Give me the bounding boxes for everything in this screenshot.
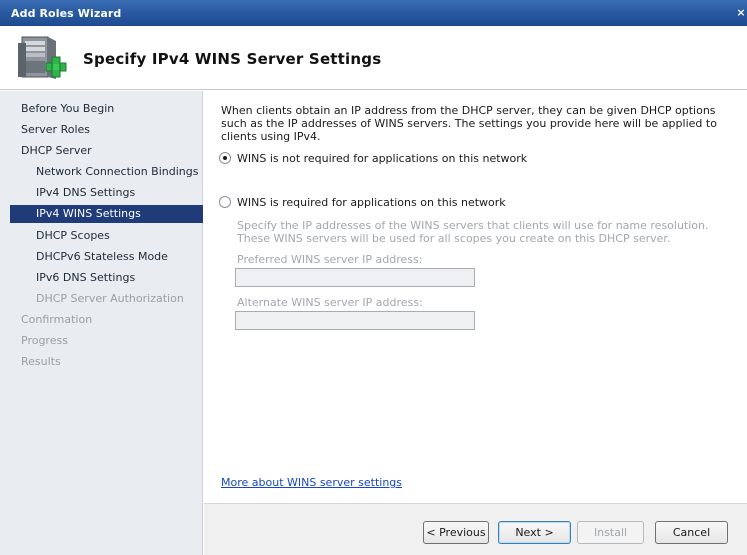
- wins-not-required-option[interactable]: WINS is not required for applications on…: [219, 150, 527, 166]
- next-button[interactable]: Next >: [498, 521, 571, 544]
- nav-item-results: Results: [21, 355, 61, 368]
- nav-item-dhcpv6-stateless-mode[interactable]: DHCPv6 Stateless Mode: [10, 248, 203, 266]
- previous-button[interactable]: < Previous: [423, 521, 489, 544]
- close-icon[interactable]: ×: [735, 7, 747, 19]
- cancel-button[interactable]: Cancel: [655, 521, 728, 544]
- install-button: Install: [577, 521, 644, 544]
- wins-required-option[interactable]: WINS is required for applications on thi…: [219, 194, 506, 210]
- nav-item-ipv4-wins-settings[interactable]: IPv4 WINS Settings: [10, 205, 203, 223]
- wins-not-required-radio[interactable]: [219, 152, 231, 164]
- nav-item-dhcp-scopes[interactable]: DHCP Scopes: [10, 227, 203, 245]
- wizard-header: Specify IPv4 WINS Server Settings: [0, 26, 747, 90]
- nav-item-progress: Progress: [21, 334, 68, 347]
- nav-item-before-you-begin[interactable]: Before You Begin: [10, 100, 203, 118]
- nav-item-dhcp-server-authorization: DHCP Server Authorization: [36, 292, 184, 305]
- nav-item-confirmation: Confirmation: [21, 313, 93, 326]
- wizard-sidebar: Before You Begin Server Roles DHCP Serve…: [0, 91, 203, 555]
- server-add-icon: [18, 36, 67, 79]
- wins-required-radio[interactable]: [219, 196, 231, 208]
- nav-item-server-roles[interactable]: Server Roles: [10, 121, 203, 139]
- preferred-wins-label: Preferred WINS server IP address:: [237, 253, 423, 266]
- alternate-wins-input[interactable]: [235, 311, 475, 330]
- nav-item-dhcp-server[interactable]: DHCP Server: [10, 142, 203, 160]
- preferred-wins-input[interactable]: [235, 268, 475, 287]
- page-title: Specify IPv4 WINS Server Settings: [83, 50, 382, 68]
- page-description: When clients obtain an IP address from t…: [221, 104, 717, 143]
- wizard-content: When clients obtain an IP address from t…: [204, 91, 747, 503]
- more-about-wins-link[interactable]: More about WINS server settings: [221, 476, 402, 489]
- alternate-wins-label: Alternate WINS server IP address:: [237, 296, 423, 309]
- wizard-footer: < Previous Next > Install Cancel: [204, 503, 747, 555]
- window-title: Add Roles Wizard: [11, 7, 122, 20]
- nav-item-ipv6-dns-settings[interactable]: IPv6 DNS Settings: [10, 269, 203, 287]
- wins-not-required-label[interactable]: WINS is not required for applications on…: [237, 152, 527, 165]
- wins-required-label[interactable]: WINS is required for applications on thi…: [237, 196, 506, 209]
- window-title-bar: Add Roles Wizard ×: [0, 0, 747, 26]
- nav-item-network-connection-bindings[interactable]: Network Connection Bindings: [10, 163, 203, 181]
- wins-servers-hint: Specify the IP addresses of the WINS ser…: [237, 219, 709, 245]
- nav-item-ipv4-dns-settings[interactable]: IPv4 DNS Settings: [10, 184, 203, 202]
